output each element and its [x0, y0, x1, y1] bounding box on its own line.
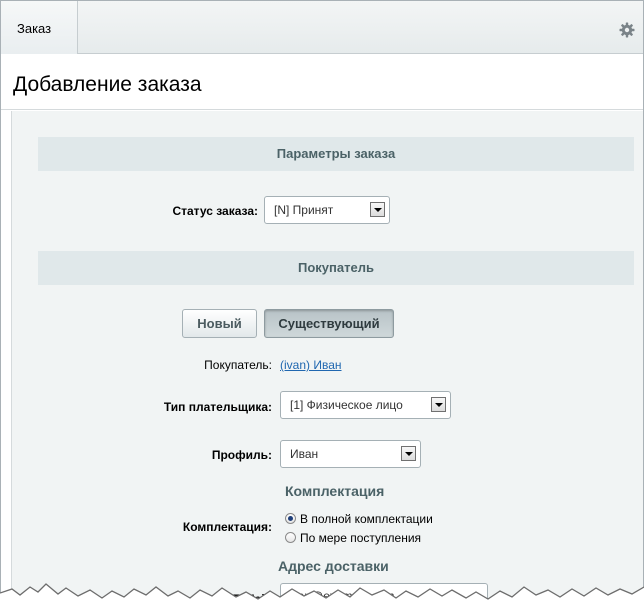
completeness-option-full[interactable]: В полной комплектации	[285, 512, 433, 526]
completeness-heading: Комплектация	[285, 483, 385, 499]
order-form: Параметры заказа Статус заказа: [N] Прин…	[11, 111, 643, 610]
chevron-down-icon	[370, 202, 385, 217]
buyer-link[interactable]: (ivan) Иван	[280, 358, 342, 372]
payer-type-value: [1] Физическое лицо	[290, 398, 403, 412]
new-buyer-button[interactable]: Новый	[182, 309, 257, 338]
chevron-down-icon	[431, 397, 446, 412]
tab-order[interactable]: Заказ	[1, 1, 78, 54]
completeness-label: Комплектация:	[182, 520, 272, 534]
profile-select[interactable]: Иван	[280, 440, 421, 468]
radio-checked-icon[interactable]	[285, 513, 296, 525]
order-status-label: Статус заказа:	[172, 204, 258, 218]
page-title: Добавление заказа	[13, 73, 202, 96]
existing-buyer-button[interactable]: Существующий	[264, 309, 394, 338]
tab-bar: Заказ	[1, 1, 643, 54]
section-order-params: Параметры заказа	[38, 137, 634, 171]
buyer-label: Покупатель:	[204, 358, 272, 372]
order-status-select[interactable]: [N] Принят	[264, 196, 390, 224]
order-status-value: [N] Принят	[274, 203, 334, 217]
torn-edge	[0, 583, 644, 611]
profile-value: Иван	[290, 447, 319, 461]
delivery-heading: Адрес доставки	[278, 558, 389, 574]
completeness-option-partial[interactable]: По мере поступления	[285, 531, 421, 545]
chevron-down-icon	[401, 446, 416, 461]
payer-type-select[interactable]: [1] Физическое лицо	[280, 391, 451, 419]
gear-icon[interactable]	[619, 22, 635, 38]
completeness-option-label: В полной комплектации	[300, 512, 433, 526]
admin-window: Заказ Добавление заказа Параметры заказа…	[0, 0, 644, 611]
payer-type-label: Тип плательщика:	[163, 400, 272, 414]
radio-unchecked-icon[interactable]	[285, 532, 296, 544]
divider	[1, 109, 643, 110]
profile-label: Профиль:	[211, 448, 272, 462]
section-buyer: Покупатель	[38, 251, 634, 285]
tab-order-label: Заказ	[17, 21, 52, 36]
completeness-option-label: По мере поступления	[300, 531, 422, 545]
